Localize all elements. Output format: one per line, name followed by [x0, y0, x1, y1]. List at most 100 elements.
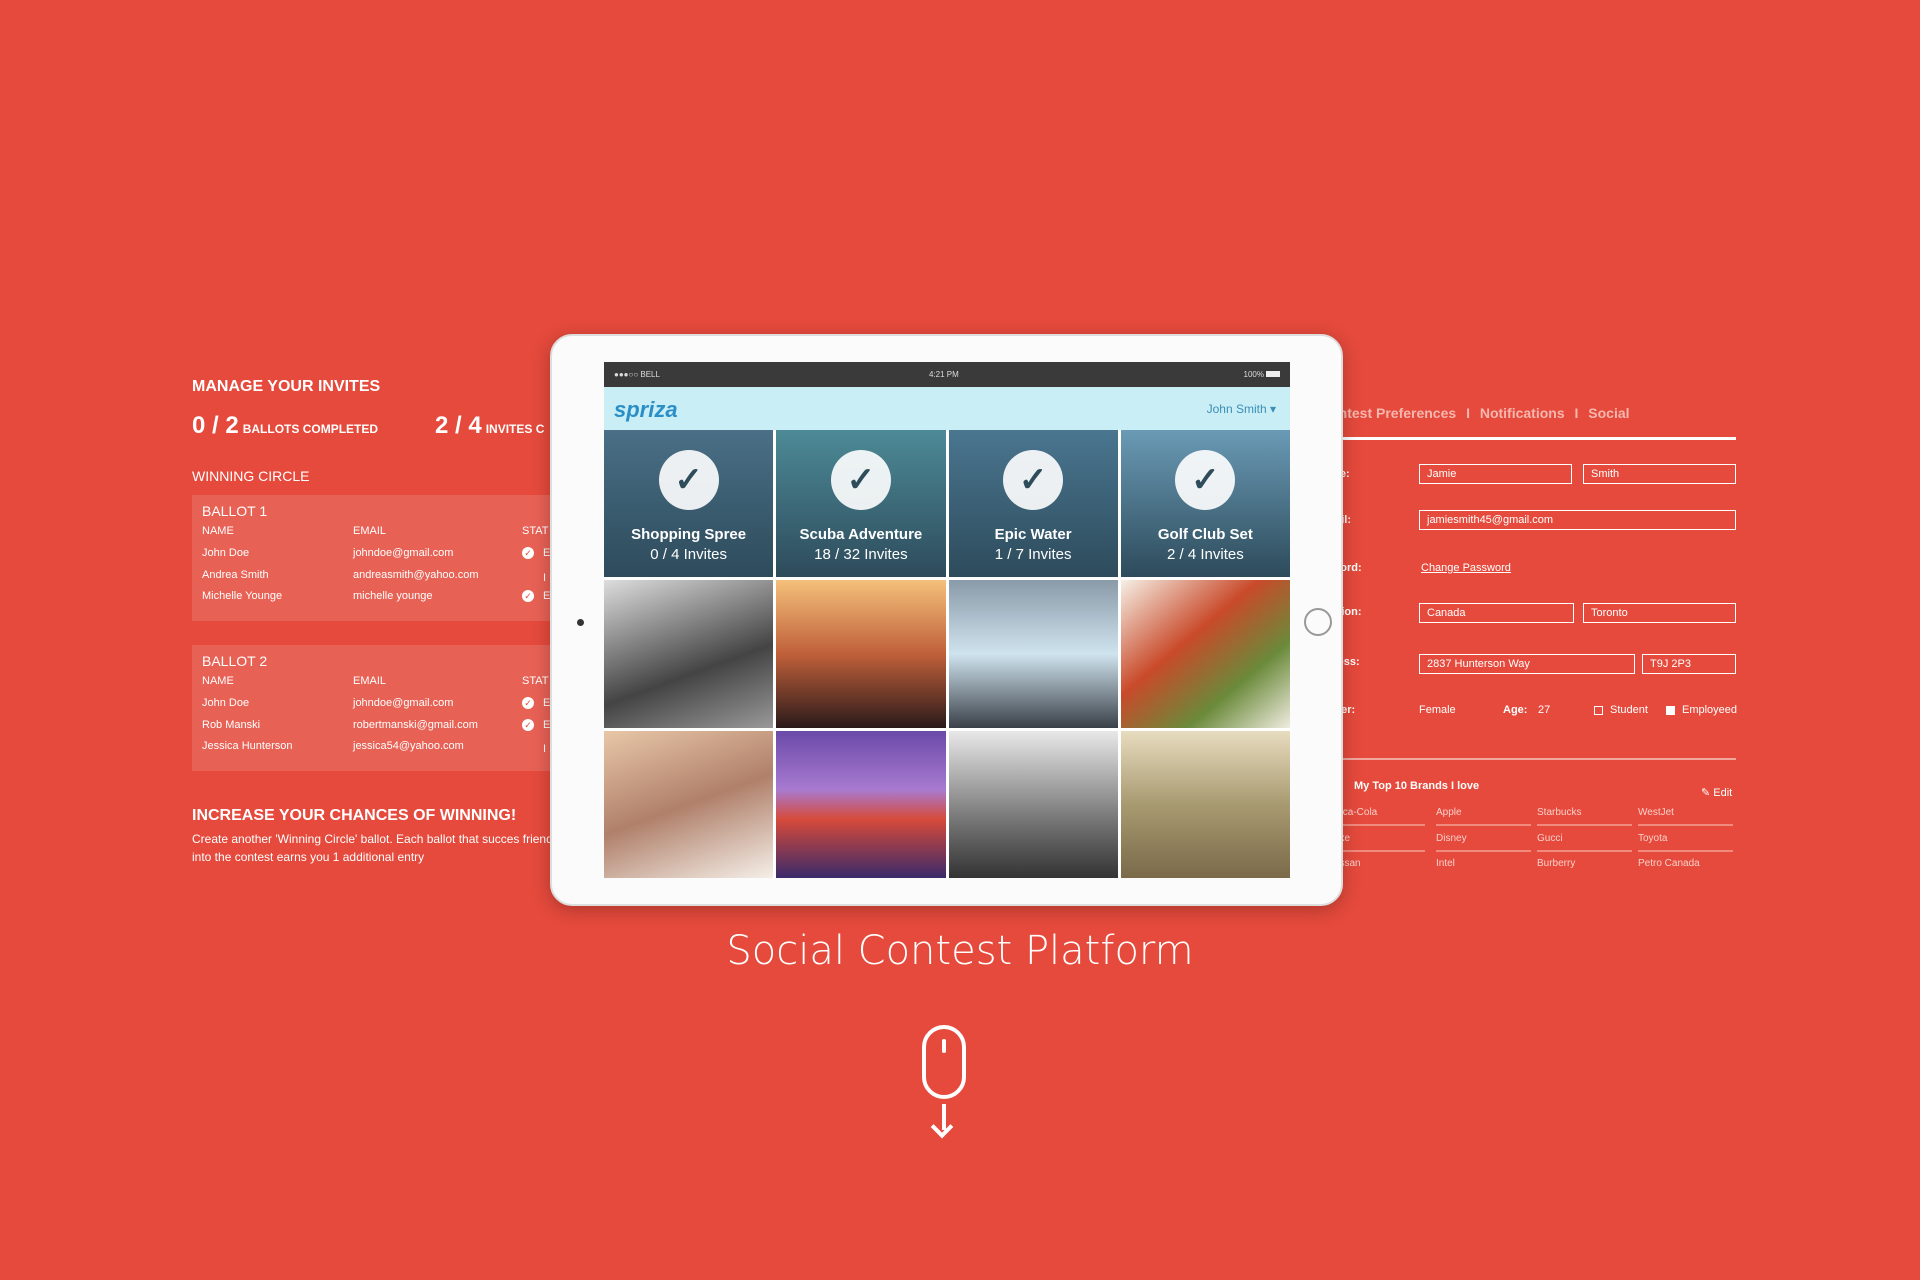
contest-invites: 2 / 4 Invites: [1167, 546, 1244, 563]
invitee-status: ✓ E: [522, 590, 550, 602]
invites-stat: 2 / 4 INVITES C: [435, 412, 544, 440]
invitee-email: andreasmith@yahoo.com: [353, 568, 479, 581]
brand-item: Toyota: [1638, 833, 1733, 852]
first-name-input[interactable]: Jamie: [1419, 464, 1572, 484]
contest-name: Epic Water: [994, 526, 1072, 543]
invitee-name: Michelle Younge: [202, 590, 283, 602]
column-header: NAME: [202, 525, 234, 537]
brand-item: Coca-Cola: [1330, 807, 1425, 826]
contest-tile[interactable]: ✓ Golf Club Set 2 / 4 Invites: [1120, 430, 1290, 578]
brand-item: Gucci: [1537, 833, 1632, 852]
brand-item: WestJet: [1638, 807, 1733, 826]
check-circle-icon: ✓: [522, 547, 534, 559]
ballots-stat: 0 / 2 BALLOTS COMPLETED: [192, 412, 378, 440]
tab-social[interactable]: Social: [1588, 405, 1629, 421]
employed-checkbox[interactable]: [1666, 706, 1675, 715]
brand-item: Intel: [1436, 858, 1455, 869]
clock: 4:21 PM: [929, 370, 959, 379]
checkmark-icon: ✓: [830, 450, 891, 510]
invitee-email: michelle younge: [353, 590, 433, 602]
promo-text: Create another 'Winning Circle' ballot. …: [192, 832, 606, 864]
column-header: NAME: [202, 675, 234, 687]
ballot-title: BALLOT 1: [202, 503, 268, 519]
street-input[interactable]: 2837 Hunterson Way: [1419, 654, 1635, 674]
app-screen: ●●●○○ BELL 4:21 PM 100% spriza John Smit…: [604, 362, 1290, 878]
city-input[interactable]: Toronto: [1583, 603, 1736, 623]
user-name: John Smith: [1206, 402, 1267, 416]
email-input[interactable]: jamiesmith45@gmail.com: [1419, 510, 1736, 530]
brand-item: Apple: [1436, 807, 1531, 826]
invitee-email: johndoe@gmail.com: [353, 697, 454, 709]
edit-label: Edit: [1713, 787, 1733, 799]
country-input[interactable]: Canada: [1419, 603, 1574, 623]
arrow-down-icon-head: [930, 1115, 954, 1139]
student-label: Student: [1610, 704, 1648, 716]
contest-tile[interactable]: ✓ Shopping Spree 0 / 4 Invites: [604, 430, 774, 578]
contest-photo-tile[interactable]: [604, 730, 774, 878]
app-header: spriza John Smith ▾: [604, 387, 1290, 430]
contest-photo-tile[interactable]: [776, 580, 946, 728]
invitee-name: Andrea Smith: [202, 568, 269, 581]
contest-tile[interactable]: ✓ Scuba Adventure 18 / 32 Invites: [776, 430, 946, 578]
ballot-title: BALLOT 2: [202, 653, 268, 669]
home-button[interactable]: [1304, 608, 1332, 636]
last-name-input[interactable]: Smith: [1583, 464, 1736, 484]
invitee-name: Jessica Hunterson: [202, 740, 293, 752]
section-title: WINNING CIRCLE: [192, 468, 310, 484]
tab-notifications[interactable]: Notifications: [1480, 405, 1565, 421]
ballot-card: BALLOT 2 NAME EMAIL STAT John Doe johndoe@g…: [192, 645, 612, 771]
contest-invites: 0 / 4 Invites: [650, 546, 727, 563]
status-bar: ●●●○○ BELL 4:21 PM 100%: [604, 362, 1290, 387]
brand-item: Nissan: [1330, 858, 1361, 869]
tab-separator: I: [1466, 405, 1470, 421]
invitee-status: ✓ E: [522, 697, 550, 709]
column-header: STAT: [522, 675, 549, 687]
user-menu[interactable]: John Smith ▾: [1207, 402, 1276, 416]
age-label: Age:: [1503, 704, 1528, 716]
employed-label: Employeed: [1682, 704, 1738, 716]
age-value: 27: [1538, 704, 1551, 716]
contest-photo-tile[interactable]: [604, 580, 774, 728]
spriza-logo[interactable]: spriza: [614, 397, 678, 423]
tablet-device: ●●●○○ BELL 4:21 PM 100% spriza John Smit…: [550, 334, 1343, 906]
contest-tile[interactable]: ✓ Epic Water 1 / 7 Invites: [948, 430, 1118, 578]
invitee-name: Rob Manski: [202, 718, 261, 731]
pencil-icon: ✎: [1701, 787, 1714, 799]
caption: Social Contest Platform: [726, 928, 1194, 974]
battery-percent: 100%: [1243, 370, 1264, 379]
brand-item: Nike: [1330, 833, 1425, 852]
tabs: Contest Preferences I Notifications I So…: [1320, 405, 1630, 421]
invitee-status: I: [522, 569, 546, 584]
invitee-name: John Doe: [202, 547, 250, 559]
student-checkbox[interactable]: [1594, 706, 1603, 715]
panel-title: MANAGE YOUR INVITES: [192, 378, 381, 395]
invitee-email: jessica54@yahoo.com: [353, 740, 464, 752]
invitee-email: johndoe@gmail.com: [353, 547, 454, 559]
column-header: STAT: [522, 525, 549, 537]
status-text: I: [543, 743, 547, 755]
brand-item: Petro Canada: [1638, 858, 1700, 869]
contest-photo-tile[interactable]: [1120, 580, 1290, 728]
ballot-card: BALLOT 1 NAME EMAIL STAT John Doe johndoe@g…: [192, 495, 612, 621]
edit-button[interactable]: ✎ Edit: [1701, 786, 1732, 799]
change-password-link[interactable]: Change Password: [1421, 562, 1511, 574]
contest-name: Golf Club Set: [1157, 526, 1253, 543]
divider: [1343, 758, 1736, 760]
contest-photo-tile[interactable]: [1120, 730, 1290, 878]
invitee-status: ✓ E: [522, 718, 550, 731]
contest-photo-tile[interactable]: [948, 730, 1118, 878]
column-header: EMAIL: [353, 525, 387, 537]
contest-grid: ✓ Shopping Spree 0 / 4 Invites ✓ Scuba Ad…: [604, 430, 1290, 878]
checkmark-icon: ✓: [1003, 450, 1064, 510]
profile-panel: Contest Preferences I Notifications I So…: [1306, 400, 1740, 880]
check-circle-icon: ✓: [522, 718, 534, 731]
battery-icon: [1266, 371, 1280, 377]
invites-count: 2 / 4: [435, 412, 482, 439]
contest-photo-tile[interactable]: [948, 580, 1118, 728]
contest-photo-tile[interactable]: [776, 730, 946, 878]
invitee-status: ✓ E: [522, 547, 550, 559]
postal-input[interactable]: T9J 2P3: [1642, 654, 1736, 674]
brand-item: Disney: [1436, 833, 1531, 852]
camera-icon: [577, 619, 584, 626]
brand-item: Burberry: [1537, 858, 1576, 869]
